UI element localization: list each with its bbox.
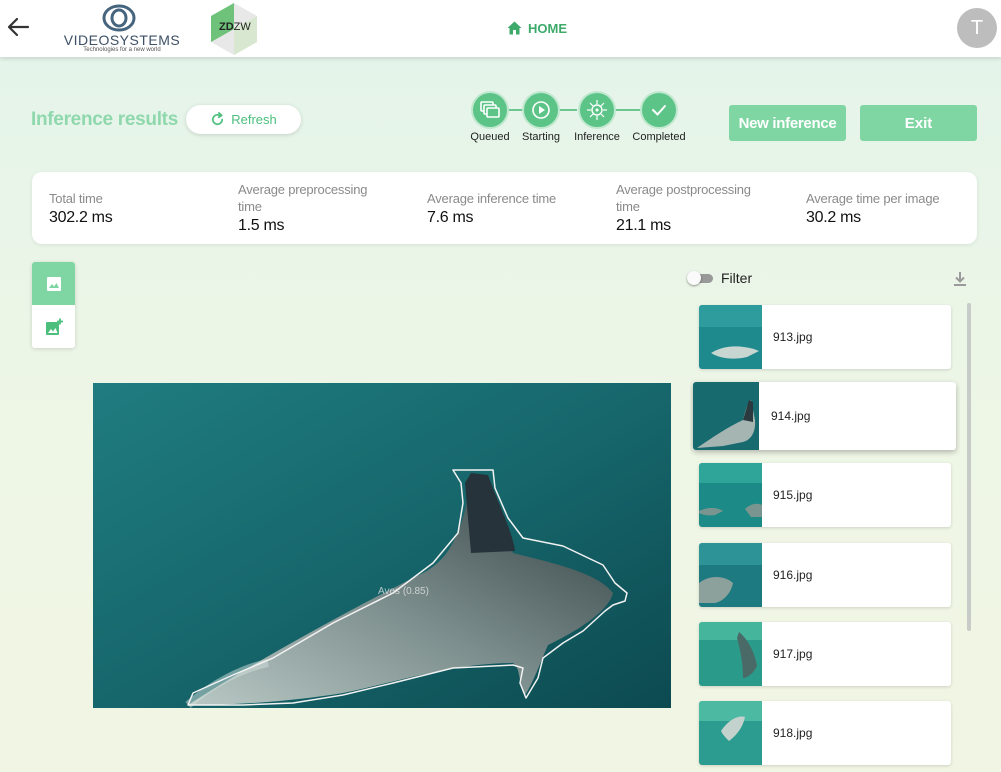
add-image-tool[interactable] bbox=[32, 305, 75, 348]
inference-image[interactable]: Aves (0.85) bbox=[93, 383, 671, 708]
list-item[interactable]: 913.jpg bbox=[699, 305, 951, 369]
annotation-label: Aves (0.85) bbox=[378, 586, 429, 597]
stat-label: Average preprocessing time bbox=[238, 182, 368, 214]
stat-value: 1.5 ms bbox=[238, 217, 285, 234]
image-list: 913.jpg 914.jpg 915.jpg 916.jpg 917.jpg … bbox=[690, 300, 960, 772]
file-name: 914.jpg bbox=[771, 409, 811, 423]
list-item-selected[interactable]: 914.jpg bbox=[693, 382, 956, 450]
stat-label: Average postprocessing time bbox=[616, 182, 751, 214]
list-item[interactable]: 918.jpg bbox=[699, 701, 951, 765]
step-inference: Inference bbox=[567, 93, 627, 143]
add-image-icon bbox=[45, 318, 63, 335]
stat-total-time: Total time 302.2 ms bbox=[49, 172, 219, 244]
check-icon bbox=[642, 93, 676, 127]
download-icon[interactable] bbox=[951, 270, 969, 288]
stat-value: 302.2 ms bbox=[49, 208, 113, 226]
progress-stepper: Queued Starting Inference Completed bbox=[466, 93, 696, 147]
stat-label: Average time per image bbox=[806, 190, 940, 206]
toggle-switch[interactable] bbox=[687, 270, 715, 286]
list-item[interactable]: 917.jpg bbox=[699, 622, 951, 686]
play-icon bbox=[524, 93, 558, 127]
thumbnail bbox=[699, 701, 762, 765]
step-label: Starting bbox=[522, 131, 560, 143]
list-scrollbar[interactable] bbox=[967, 303, 971, 631]
image-view-tool[interactable] bbox=[32, 262, 75, 305]
stat-postprocessing: Average postprocessing time 21.1 ms bbox=[616, 172, 766, 244]
step-label: Inference bbox=[574, 131, 620, 143]
list-item[interactable]: 916.jpg bbox=[699, 543, 951, 607]
thumbnail bbox=[699, 305, 762, 369]
stat-value: 21.1 ms bbox=[616, 217, 671, 234]
stat-value: 7.6 ms bbox=[427, 208, 474, 226]
virus-icon bbox=[580, 93, 614, 127]
stat-inference: Average inference time 7.6 ms bbox=[427, 172, 597, 244]
thumbnail bbox=[699, 622, 762, 686]
home-link[interactable]: HOME bbox=[507, 19, 567, 37]
filter-toggle[interactable]: Filter bbox=[687, 270, 752, 286]
file-name: 916.jpg bbox=[773, 568, 813, 582]
dolphin-photo: Aves (0.85) bbox=[93, 383, 671, 708]
list-item[interactable]: 915.jpg bbox=[699, 463, 951, 527]
stat-preprocessing: Average preprocessing time 1.5 ms bbox=[238, 172, 388, 244]
thumbnail bbox=[699, 463, 762, 527]
refresh-icon bbox=[212, 112, 224, 126]
zdzw-logo: ZDZW bbox=[209, 2, 259, 56]
zdzw-logo-light: ZW bbox=[233, 21, 251, 33]
file-name: 915.jpg bbox=[773, 488, 813, 502]
home-icon bbox=[507, 21, 522, 35]
zdzw-logo-text: ZDZW bbox=[219, 21, 251, 33]
exit-button[interactable]: Exit bbox=[860, 105, 977, 141]
step-starting: Starting bbox=[511, 93, 571, 143]
videosystems-logo: VIDEOSYSTEMS Technologies for a new worl… bbox=[52, 2, 192, 54]
queue-icon bbox=[473, 93, 507, 127]
stat-value: 30.2 ms bbox=[806, 208, 861, 226]
file-name: 917.jpg bbox=[773, 647, 813, 661]
file-name: 918.jpg bbox=[773, 726, 813, 740]
filter-label: Filter bbox=[721, 270, 753, 286]
refresh-button[interactable]: Refresh bbox=[186, 105, 301, 134]
top-bar: VIDEOSYSTEMS Technologies for a new worl… bbox=[0, 0, 1001, 57]
zdzw-logo-bold: ZD bbox=[219, 21, 234, 33]
brand-name: VIDEOSYSTEMS bbox=[63, 32, 181, 48]
logo-ring-icon bbox=[102, 4, 136, 32]
stats-card: Total time 302.2 ms Average preprocessin… bbox=[32, 172, 977, 244]
stat-label: Average inference time bbox=[427, 190, 557, 206]
user-avatar[interactable]: T bbox=[957, 8, 997, 48]
new-inference-button[interactable]: New inference bbox=[729, 105, 846, 141]
home-label: HOME bbox=[528, 20, 567, 36]
step-label: Completed bbox=[632, 131, 686, 143]
page-title: Inference results bbox=[31, 109, 178, 130]
file-name: 913.jpg bbox=[773, 330, 813, 344]
thumbnail bbox=[699, 543, 762, 607]
brand-tagline: Technologies for a new world bbox=[83, 47, 161, 53]
stat-label: Total time bbox=[49, 190, 103, 206]
step-completed: Completed bbox=[629, 93, 689, 143]
refresh-label: Refresh bbox=[231, 112, 277, 127]
viewer-tools bbox=[32, 262, 75, 348]
thumbnail bbox=[693, 382, 759, 450]
back-arrow-icon[interactable] bbox=[4, 13, 32, 41]
stat-per-image: Average time per image 30.2 ms bbox=[806, 172, 976, 244]
image-icon bbox=[46, 276, 61, 291]
